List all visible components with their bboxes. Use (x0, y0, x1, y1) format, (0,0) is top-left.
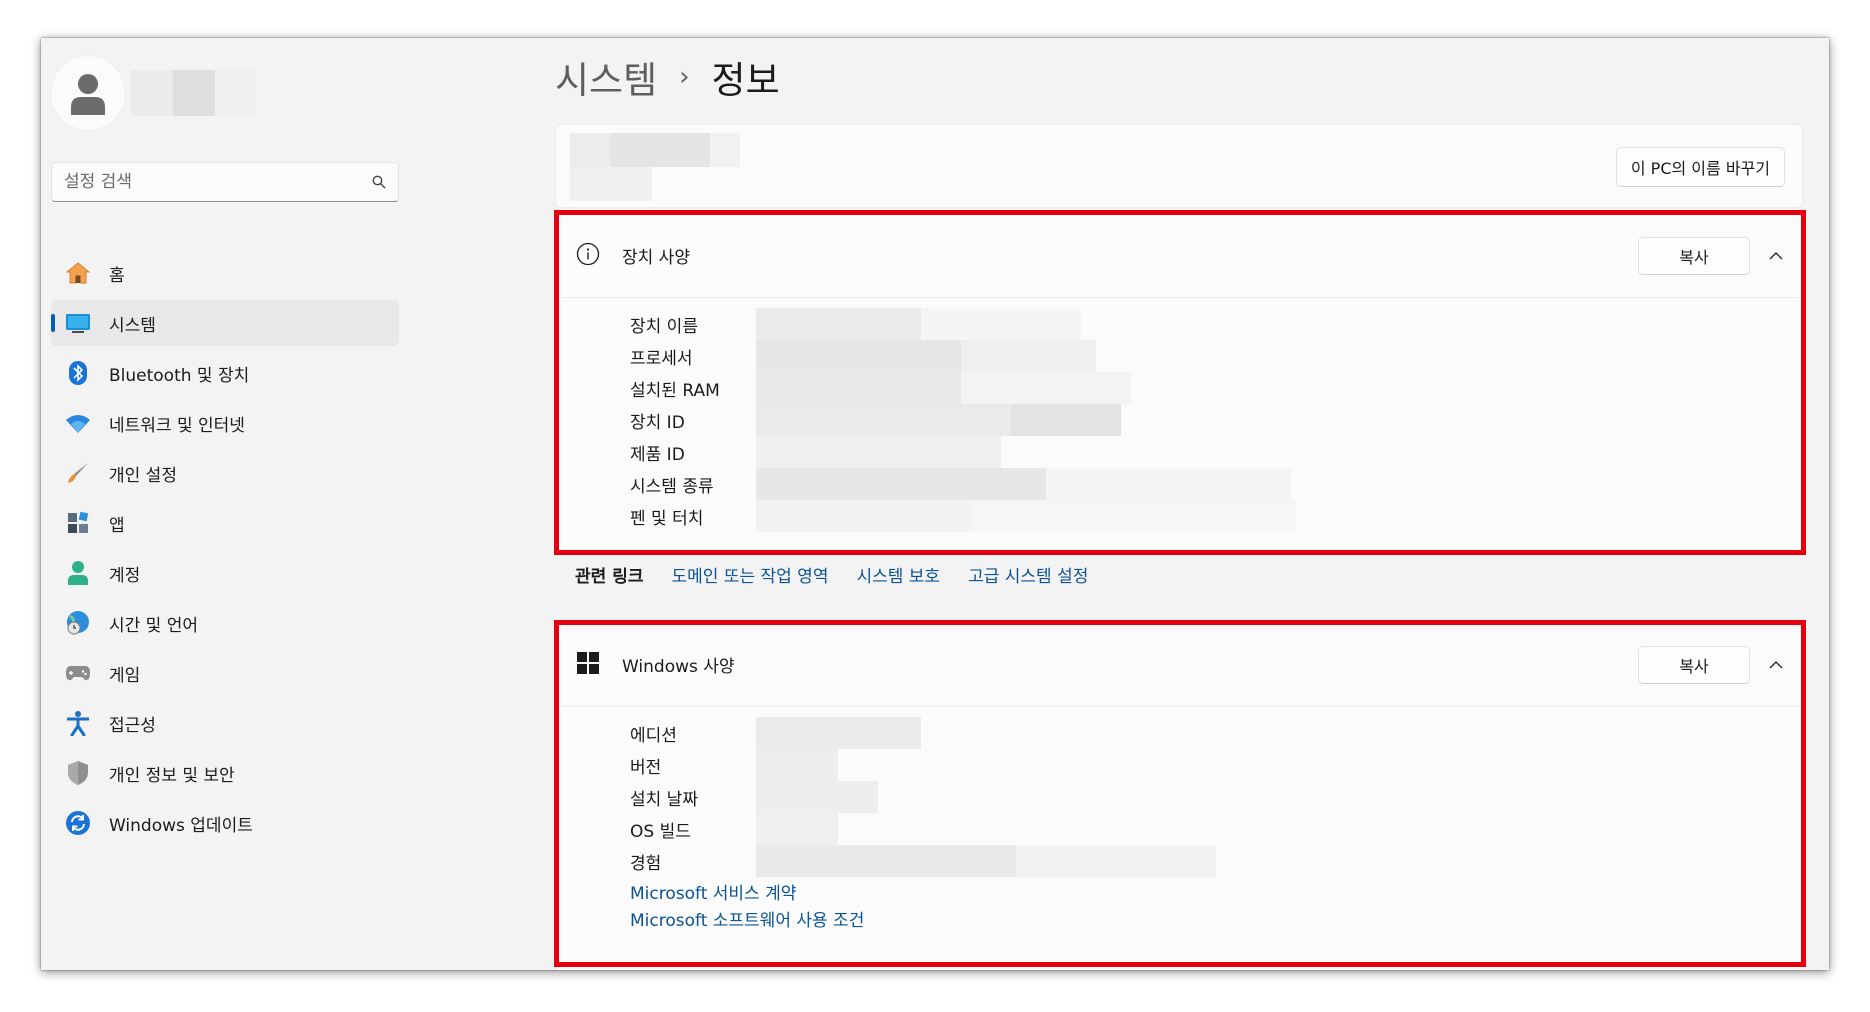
apps-icon (63, 508, 93, 538)
sidebar-item-label: 네트워크 및 인터넷 (109, 415, 245, 436)
related-links-title: 관련 링크 (575, 566, 644, 587)
search-icon (372, 175, 386, 189)
account-icon (63, 558, 93, 588)
system-icon (63, 308, 93, 338)
sidebar-item-personalization[interactable]: 개인 설정 (51, 450, 399, 496)
rename-pc-button[interactable]: 이 PC의 이름 바꾸기 (1615, 147, 1785, 187)
sidebar-item-label: 접근성 (109, 715, 156, 736)
user-profile[interactable] (51, 56, 255, 130)
device-specs-title: 장치 사양 (622, 248, 690, 268)
sidebar-item-label: 계정 (109, 565, 141, 586)
sidebar-item-accessibility[interactable]: 접근성 (51, 700, 399, 746)
domain-workgroup-link[interactable]: 도메인 또는 작업 영역 (671, 562, 828, 587)
redacted-user-name (131, 70, 255, 116)
spec-label: 펜 및 터치 (630, 508, 704, 529)
sidebar-item-time-language[interactable]: 시간 및 언어 (51, 600, 399, 646)
spec-label: 시스템 종류 (630, 476, 714, 497)
sidebar-item-accounts[interactable]: 계정 (51, 550, 399, 596)
sidebar-item-network[interactable]: 네트워크 및 인터넷 (51, 400, 399, 446)
breadcrumb-separator: › (679, 62, 690, 92)
microsoft-services-agreement-link[interactable]: Microsoft 서비스 계약 (556, 881, 1802, 908)
settings-window: 홈 시스템 Bluetooth 및 장치 (41, 38, 1829, 970)
shield-icon (63, 758, 93, 788)
spec-label: 프로세서 (630, 348, 693, 369)
breadcrumb: 시스템 › 정보 (555, 52, 780, 102)
wifi-icon (63, 408, 93, 438)
spec-label: 장치 이름 (630, 316, 698, 337)
device-specs-card: 장치 사양 복사 장치 이름 프로세서 설치된 RAM 장치 ID 제품 ID … (555, 213, 1803, 553)
microsoft-software-license-link[interactable]: Microsoft 소프트웨어 사용 조건 (556, 908, 1802, 935)
sidebar-item-label: 게임 (109, 665, 141, 686)
sidebar-item-label: Windows 업데이트 (109, 815, 253, 836)
spec-label: 버전 (630, 757, 662, 778)
sidebar-item-home[interactable]: 홈 (51, 250, 399, 296)
redacted-windows-values (756, 717, 1216, 877)
globe-clock-icon (63, 608, 93, 638)
device-specs-header[interactable]: 장치 사양 (556, 214, 1802, 298)
person-icon (71, 74, 105, 115)
sidebar-item-bluetooth[interactable]: Bluetooth 및 장치 (51, 350, 399, 396)
spec-label: 설치된 RAM (630, 380, 720, 401)
home-icon (63, 258, 93, 288)
system-protection-link[interactable]: 시스템 보호 (856, 562, 940, 587)
device-specs-rows: 장치 이름 프로세서 설치된 RAM 장치 ID 제품 ID 시스템 종류 펜 … (556, 298, 1802, 532)
avatar (51, 56, 125, 130)
sidebar-item-label: 개인 정보 및 보안 (109, 765, 235, 786)
settings-search[interactable] (51, 162, 399, 202)
sidebar-item-label: 시스템 (109, 315, 156, 336)
windows-specs-title: Windows 사양 (622, 657, 735, 677)
device-name-card: 이 PC의 이름 바꾸기 (555, 124, 1803, 208)
windows-logo-icon (576, 651, 600, 679)
spec-label: 설치 날짜 (630, 789, 698, 810)
sidebar-item-label: 시간 및 언어 (109, 615, 199, 636)
windows-specs-card: Windows 사양 복사 에디션 버전 설치 날짜 OS 빌드 경험 Micr… (555, 622, 1803, 970)
sidebar-item-privacy-security[interactable]: 개인 정보 및 보안 (51, 750, 399, 796)
sidebar-item-label: Bluetooth 및 장치 (109, 365, 250, 386)
sidebar-item-windows-update[interactable]: Windows 업데이트 (51, 800, 399, 846)
breadcrumb-parent[interactable]: 시스템 (555, 50, 657, 104)
windows-specs-rows: 에디션 버전 설치 날짜 OS 빌드 경험 Microsoft 서비스 계약 M… (556, 707, 1802, 935)
info-icon (576, 242, 600, 270)
redacted-device-name (570, 133, 740, 201)
sidebar-nav: 홈 시스템 Bluetooth 및 장치 네트워크 및 인터넷 개인 설정 앱 … (51, 250, 399, 850)
spec-label: 에디션 (630, 725, 677, 746)
gamepad-icon (63, 658, 93, 688)
spec-label: OS 빌드 (630, 821, 691, 842)
chevron-up-icon[interactable] (1764, 653, 1788, 677)
sidebar-item-system[interactable]: 시스템 (51, 300, 399, 346)
advanced-system-settings-link[interactable]: 고급 시스템 설정 (968, 562, 1088, 587)
sidebar-item-label: 앱 (109, 515, 125, 536)
sidebar-item-apps[interactable]: 앱 (51, 500, 399, 546)
windows-specs-header[interactable]: Windows 사양 (556, 623, 1802, 707)
related-links: 관련 링크 도메인 또는 작업 영역 시스템 보호 고급 시스템 설정 (555, 554, 1116, 594)
spec-label: 경험 (630, 853, 662, 874)
spec-label: 제품 ID (630, 444, 685, 465)
update-icon (63, 808, 93, 838)
page-title: 정보 (711, 59, 780, 102)
brush-icon (63, 458, 93, 488)
redacted-device-values (756, 308, 1296, 532)
sidebar-item-label: 개인 설정 (109, 465, 177, 486)
bluetooth-icon (63, 358, 93, 388)
spec-label: 장치 ID (630, 412, 685, 433)
copy-device-specs-button[interactable]: 복사 (1638, 237, 1750, 275)
sidebar-item-label: 홈 (109, 265, 125, 286)
copy-windows-specs-button[interactable]: 복사 (1638, 646, 1750, 684)
chevron-up-icon[interactable] (1764, 244, 1788, 268)
accessibility-icon (63, 708, 93, 738)
search-input[interactable] (64, 172, 372, 192)
sidebar-item-gaming[interactable]: 게임 (51, 650, 399, 696)
